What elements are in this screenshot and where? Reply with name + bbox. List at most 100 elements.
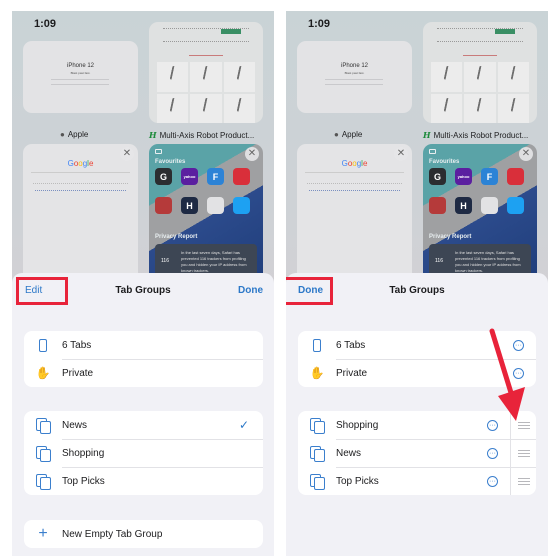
tab-preview-start-page[interactable]: Favourites Gyahoo F H Privacy Report 116 I… (423, 144, 537, 284)
privacy-text: In the last seven days, Safari has preve… (455, 250, 521, 273)
favourite-tile: G (155, 168, 172, 185)
reorder-icon (517, 421, 530, 429)
apple-page-title: iPhone 12 (66, 63, 95, 69)
left-screen: 1:09 ▲ iPhone 12 Blast past fast. ●Apple… (12, 11, 274, 556)
group-row-private[interactable]: ✋ Private ··· (298, 359, 536, 387)
tab-preview-robot[interactable] (149, 22, 263, 123)
group-label: Shopping (62, 447, 105, 459)
sidebar-icon (429, 149, 436, 154)
apple-logo-icon: ● (334, 130, 339, 139)
robot-favicon-icon: H (423, 130, 431, 140)
group-row-top-picks[interactable]: Top Picks ··· (298, 467, 536, 495)
close-tab-google-button[interactable]: ✕ (394, 147, 408, 161)
close-tab-start-page-button[interactable]: ✕ (245, 147, 259, 161)
apple-page-subtitle: Blast past fast. (344, 71, 365, 75)
status-time: 1:09 (308, 18, 331, 30)
group-row-6-tabs[interactable]: 6 Tabs (24, 331, 263, 359)
tab-label-apple: ● Apple (60, 130, 89, 139)
more-options-button[interactable]: ··· (487, 419, 498, 431)
privacy-text: In the last seven days, Safari has preve… (181, 250, 247, 273)
more-options-button[interactable]: ··· (513, 367, 524, 379)
tab-preview-google[interactable]: Google (23, 144, 138, 284)
right-screen: 1:09 ▲ iPhone 12 Blast past fast. ●Apple… (286, 11, 548, 556)
close-tab-google-button[interactable]: ✕ (120, 147, 134, 161)
favourite-tile (507, 168, 524, 185)
privacy-report-title: Privacy Report (429, 234, 472, 240)
more-options-button[interactable]: ··· (487, 447, 498, 459)
more-options-button[interactable]: ··· (513, 339, 524, 351)
google-search-bar (305, 172, 404, 173)
group-row-6-tabs[interactable]: 6 Tabs ··· (298, 331, 536, 359)
favourite-tile (233, 168, 250, 185)
reorder-handle[interactable] (510, 439, 536, 467)
sheet-header: Done Tab Groups (286, 273, 548, 309)
reorder-handle[interactable] (510, 467, 536, 495)
group-row-shopping[interactable]: Shopping (24, 439, 263, 467)
favourite-tile (429, 197, 446, 214)
group-row-top-picks[interactable]: Top Picks (24, 467, 263, 495)
tab-preview-apple[interactable]: iPhone 12 Blast past fast. (23, 41, 138, 113)
more-options-button[interactable]: ··· (487, 475, 498, 487)
tab-preview-google[interactable]: Google (297, 144, 412, 284)
done-button[interactable]: Done (238, 285, 263, 296)
google-search-bar (31, 172, 130, 173)
favourite-tile: H (455, 197, 472, 214)
favourites-grid: Gyahoo F H (155, 168, 259, 214)
robot-page-button (221, 29, 241, 34)
apple-page-subtitle: Blast past fast. (70, 71, 91, 75)
group-label: Top Picks (62, 475, 105, 487)
privacy-count: 116 (435, 258, 443, 264)
close-tab-start-page-button[interactable]: ✕ (519, 147, 533, 161)
robot-favicon-icon: H (149, 130, 157, 140)
reorder-icon (517, 449, 530, 457)
group-row-shopping[interactable]: Shopping ··· (298, 411, 536, 439)
favourite-tile: F (207, 168, 224, 185)
sheet-title: Tab Groups (389, 285, 445, 296)
favourites-title: Favourites (155, 159, 186, 165)
tab-preview-apple[interactable]: iPhone 12 Blast past fast. (297, 41, 412, 113)
tab-preview-robot[interactable] (423, 22, 537, 123)
google-links (35, 190, 126, 192)
plus-icon: + (38, 525, 48, 542)
robot-page-heading (463, 52, 497, 56)
apple-logo-icon: ● (60, 130, 65, 139)
google-logo: Google (67, 159, 94, 168)
fixed-groups-list: 6 Tabs ✋ Private (24, 331, 263, 387)
group-row-news[interactable]: News ✓ (24, 411, 263, 439)
iphone-icon (39, 338, 47, 352)
favourites-title: Favourites (429, 159, 460, 165)
sheet-title: Tab Groups (115, 285, 171, 296)
sheet-header: Edit Tab Groups Done (12, 273, 274, 309)
group-row-news[interactable]: News ··· (298, 439, 536, 467)
favourite-tile: yahoo (181, 168, 198, 185)
favourite-tile (155, 197, 172, 214)
tab-group-icon (310, 473, 325, 490)
group-label: Private (62, 367, 94, 379)
sidebar-icon (155, 149, 162, 154)
tab-label-apple: ● Apple (334, 130, 363, 139)
favourite-tile: H (181, 197, 198, 214)
hand-icon: ✋ (35, 366, 51, 380)
robot-product-grid (157, 62, 255, 123)
group-label: 6 Tabs (62, 339, 92, 351)
new-group-label: New Empty Tab Group (62, 528, 163, 540)
apple-page-text (51, 79, 109, 85)
group-label: Private (336, 367, 368, 379)
tab-preview-start-page[interactable]: Favourites Gyahoo F H Privacy Report 116 I… (149, 144, 263, 284)
reorder-handle[interactable] (510, 411, 536, 439)
favourite-tile (207, 197, 224, 214)
tab-label-robot: H Multi-Axis Robot Product... (423, 130, 529, 140)
favourites-grid: Gyahoo F H (429, 168, 533, 214)
group-label: News (336, 447, 362, 459)
new-group-section: + New Empty Tab Group (24, 520, 263, 548)
new-empty-tab-group-button[interactable]: + New Empty Tab Group (24, 520, 263, 548)
favourite-tile (507, 197, 524, 214)
tab-group-icon (310, 445, 325, 462)
group-label: News (62, 419, 88, 431)
apple-page-title: iPhone 12 (340, 63, 369, 69)
group-row-private[interactable]: ✋ Private (24, 359, 263, 387)
iphone-icon (313, 338, 321, 352)
favourite-tile (481, 197, 498, 214)
favourite-tile: G (429, 168, 446, 185)
favourite-tile (233, 197, 250, 214)
